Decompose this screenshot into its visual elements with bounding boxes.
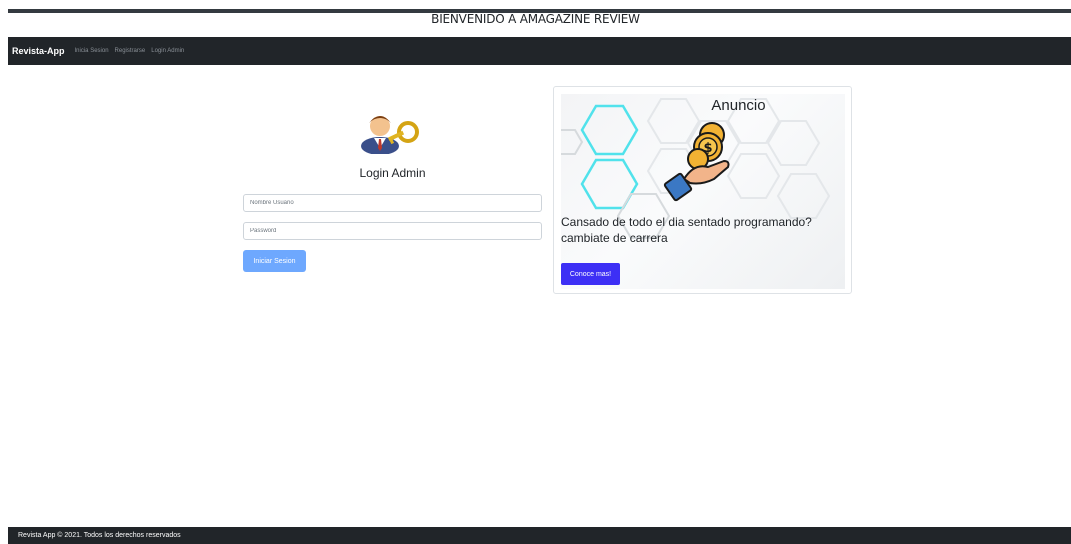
footer-copyright: Revista App © 2021. Todos los derechos r… (18, 532, 181, 539)
ad-text-line-2: cambiate de carrera (561, 231, 668, 245)
login-title: Login Admin (359, 166, 426, 180)
footer: Revista App © 2021. Todos los derechos r… (8, 527, 1071, 544)
ad-title: Anuncio (711, 97, 766, 114)
nav-link-login-admin[interactable]: Login Admin (151, 48, 184, 54)
password-input[interactable] (243, 222, 542, 240)
navbar-brand[interactable]: Revista-App (12, 46, 65, 56)
navbar: Revista-App Inicia Sesion Registrarse Lo… (8, 37, 1071, 65)
money-hand-icon: $ (663, 122, 730, 202)
login-submit-button[interactable]: Iniciar Sesion (243, 250, 306, 272)
nav-link-registrarse[interactable]: Registrarse (115, 48, 146, 54)
nav-link-inicia-sesion[interactable]: Inicia Sesion (75, 48, 109, 54)
ad-text: Cansado de todo el dia sentado programan… (561, 214, 851, 246)
ad-text-line-1: Cansado de todo el dia sentado programan… (561, 215, 812, 229)
welcome-heading: BIENVENIDO A AMAGAZINE REVIEW (431, 12, 640, 26)
admin-key-icon (361, 116, 419, 154)
ad-learn-more-button[interactable]: Conoce mas! (561, 263, 620, 285)
username-input[interactable] (243, 194, 542, 212)
